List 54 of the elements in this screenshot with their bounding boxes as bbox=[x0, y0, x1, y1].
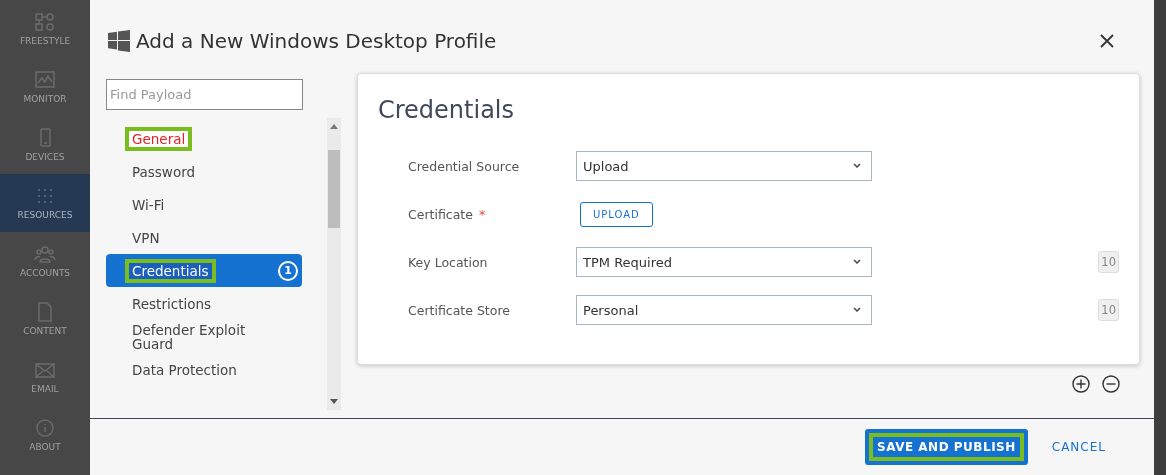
nav-item[interactable]: RESOURCES bbox=[0, 174, 90, 232]
envelope-icon bbox=[34, 360, 56, 380]
dialog-title: Add a New Windows Desktop Profile bbox=[136, 29, 498, 53]
nav-item[interactable]: CONTENT bbox=[0, 290, 90, 348]
nav-item[interactable]: DEVICES bbox=[0, 116, 90, 174]
field-label: Credential Source bbox=[408, 158, 521, 174]
payload-item[interactable]: Wi-Fi bbox=[106, 188, 303, 221]
remove-icon[interactable] bbox=[1102, 375, 1120, 393]
nav-item[interactable]: FREESTYLE bbox=[0, 0, 90, 58]
windows-logo-icon bbox=[108, 30, 130, 52]
nav-item[interactable]: MONITOR bbox=[0, 58, 90, 116]
dropdown[interactable]: Personal bbox=[576, 295, 872, 325]
people-icon bbox=[34, 244, 56, 264]
field-label: Certificate Store bbox=[408, 302, 511, 318]
version-badge: 10 bbox=[1098, 299, 1119, 321]
cancel-button[interactable]: CANCEL bbox=[1045, 439, 1112, 455]
payload-item[interactable]: Defender Exploit Guard bbox=[106, 320, 303, 353]
dropdown[interactable]: TPM Required bbox=[576, 247, 872, 277]
payload-item[interactable]: Restrictions bbox=[106, 287, 303, 320]
payload-label: Restrictions bbox=[132, 296, 212, 311]
payload-label: Wi-Fi bbox=[132, 197, 165, 212]
info-icon bbox=[34, 418, 56, 438]
field-label: Key Location bbox=[408, 254, 489, 270]
dropdown[interactable]: Upload bbox=[576, 151, 872, 181]
chevron-down-icon bbox=[853, 307, 861, 313]
search-field[interactable]: Find Payload bbox=[106, 79, 303, 110]
scrollbar[interactable] bbox=[327, 118, 341, 410]
payload-item[interactable]: General bbox=[106, 122, 303, 155]
scroll-down-icon[interactable] bbox=[330, 399, 339, 404]
monitor-icon bbox=[34, 70, 56, 90]
upload-button[interactable]: UPLOAD bbox=[580, 201, 653, 227]
section-title: Credentials bbox=[378, 96, 516, 124]
payload-label: Defender Exploit Guard bbox=[132, 322, 247, 351]
count-badge: 1 bbox=[278, 260, 299, 281]
nav-item[interactable]: EMAIL bbox=[0, 348, 90, 406]
chevron-down-icon bbox=[853, 259, 861, 265]
flow-icon bbox=[34, 12, 56, 32]
version-badge: 10 bbox=[1098, 251, 1119, 273]
payload-label: Data Protection bbox=[132, 362, 237, 377]
payload-item[interactable]: Data Protection bbox=[106, 353, 303, 386]
field-label: Certificate * bbox=[408, 206, 487, 222]
nav-item[interactable]: ACCOUNTS bbox=[0, 232, 90, 290]
required-mark: * bbox=[478, 206, 486, 222]
payload-item[interactable]: Credentials 1 bbox=[106, 254, 303, 287]
chevron-down-icon bbox=[853, 163, 861, 169]
scroll-up-icon[interactable] bbox=[330, 124, 339, 129]
payload-item[interactable]: VPN bbox=[106, 221, 303, 254]
nav-item[interactable]: ABOUT bbox=[0, 406, 90, 464]
payload-label: Password bbox=[132, 164, 196, 179]
scrollbar-thumb[interactable] bbox=[328, 150, 341, 228]
save-publish-button[interactable]: SAVE AND PUBLISH bbox=[865, 429, 1028, 465]
payload-item[interactable]: Password bbox=[106, 155, 303, 188]
add-icon[interactable] bbox=[1072, 375, 1090, 393]
payload-label: VPN bbox=[132, 230, 160, 245]
